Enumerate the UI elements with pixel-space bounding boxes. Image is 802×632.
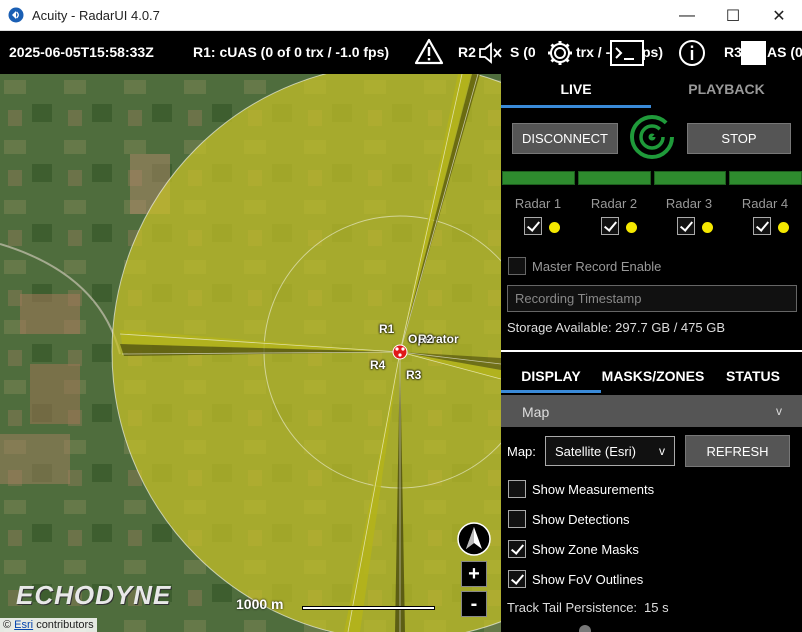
farm-field (30, 364, 80, 424)
select-chevron-icon: v (659, 444, 665, 458)
settings-gear-icon[interactable] (546, 39, 574, 67)
storage-available: Storage Available: 297.7 GB / 475 GB (507, 320, 726, 335)
attribution-suffix: contributors (36, 619, 94, 631)
radar-4-status-dot (778, 222, 789, 233)
radar-3-checkbox[interactable] (677, 217, 695, 235)
show-zone-masks-label: Show Zone Masks (532, 542, 639, 557)
radar-origin-dot (401, 347, 405, 351)
map-section-header[interactable]: Map v (501, 395, 802, 427)
map-attribution: © Esri contributors (0, 618, 97, 632)
radar-status-icon (630, 114, 675, 159)
trx-suffix: trx / - (576, 44, 611, 60)
show-fov-outlines-checkbox[interactable] (508, 570, 526, 588)
radar-origin-dot (395, 347, 399, 351)
fps-suffix: ps) (642, 44, 663, 60)
map-section-title: Map (522, 404, 550, 420)
maximize-button[interactable]: ☐ (710, 0, 756, 31)
mute-icon[interactable] (477, 40, 503, 66)
radar-label-r1: R1 (379, 322, 395, 336)
show-zone-masks-checkbox[interactable] (508, 540, 526, 558)
radar-1-status-dot (549, 222, 560, 233)
timestamp: 2025-06-05T15:58:33Z (9, 44, 154, 60)
radar-health-bars (502, 171, 802, 185)
radar-2-status-dot (626, 222, 637, 233)
radar-health-bar (729, 171, 802, 185)
zoom-in-button[interactable]: + (461, 561, 487, 587)
chevron-down-icon: v (776, 404, 782, 418)
show-detections-label: Show Detections (532, 512, 630, 527)
r3-suffix: AS (0 (767, 44, 802, 60)
tab-playback[interactable]: PLAYBACK (651, 74, 802, 108)
r2-prefix: R2 (458, 44, 476, 60)
track-tail-slider[interactable] (579, 625, 591, 632)
radar-4-label: Radar 4 (741, 196, 789, 211)
radar-label-r4: R4 (370, 358, 386, 372)
tab-masks-zones[interactable]: MASKS/ZONES (601, 361, 705, 393)
acuity-logo-icon (8, 7, 24, 23)
radar-3-label: Radar 3 (665, 196, 713, 211)
radar-2-checkbox[interactable] (601, 217, 619, 235)
warning-icon[interactable] (414, 37, 444, 67)
echodyne-logo: ECHODYNE (16, 580, 172, 610)
r3-prefix: R3 (724, 44, 742, 60)
map-type-value: Satellite (Esri) (555, 443, 636, 459)
disconnect-button[interactable]: DISCONNECT (512, 123, 618, 154)
esri-link[interactable]: Esri (14, 619, 33, 631)
show-measurements-checkbox[interactable] (508, 480, 526, 498)
zoom-out-button[interactable]: - (461, 591, 487, 617)
farm-field (0, 434, 70, 484)
refresh-button[interactable]: REFRESH (685, 435, 790, 467)
radar-origin-marker[interactable] (392, 344, 408, 360)
radar-4-checkbox[interactable] (753, 217, 771, 235)
attribution-copyright: © (3, 619, 12, 631)
radar-health-bar (577, 171, 651, 185)
tab-live[interactable]: LIVE (501, 74, 651, 108)
master-record-label: Master Record Enable (532, 259, 662, 274)
show-fov-outlines-label: Show FoV Outlines (532, 572, 644, 587)
radar-3-status-dot (702, 222, 713, 233)
panel-divider (501, 350, 802, 352)
track-tail-label: Track Tail Persistence: (507, 600, 638, 615)
radar-label-r3: R3 (406, 368, 422, 382)
radar-2-label: Radar 2 (590, 196, 638, 211)
minimize-button[interactable]: — (664, 0, 710, 31)
radar-1-checkbox[interactable] (524, 217, 542, 235)
operator-label: Operator (408, 332, 459, 346)
show-detections-checkbox[interactable] (508, 510, 526, 528)
map-type-label: Map: (507, 444, 536, 459)
info-icon[interactable] (678, 39, 706, 67)
compass-north-icon[interactable] (457, 522, 491, 556)
radar-label-r2: R2 (418, 332, 434, 346)
title-bar: Acuity - RadarUI 4.0.7 — ☐ ✕ (0, 0, 802, 31)
r1-status: R1: cUAS (0 of 0 trx / -1.0 fps) (193, 44, 390, 60)
radar-health-bar (653, 171, 727, 185)
farm-field (20, 294, 80, 334)
scale-label: 1000 m (236, 596, 284, 612)
show-measurements-label: Show Measurements (532, 482, 655, 497)
scale-bar (302, 606, 435, 610)
window-title: Acuity - RadarUI 4.0.7 (32, 7, 160, 23)
terminal-icon[interactable] (610, 40, 644, 66)
status-bar: 2025-06-05T15:58:33Z R1: cUAS (0 of 0 tr… (0, 31, 802, 74)
map-canvas (0, 74, 501, 632)
tab-status[interactable]: STATUS (711, 361, 795, 393)
record-square-icon[interactable] (741, 41, 766, 65)
track-tail-value: 15 s (644, 600, 669, 615)
close-button[interactable]: ✕ (756, 0, 802, 31)
radar-1-label: Radar 1 (514, 196, 562, 211)
map-type-select[interactable]: Satellite (Esri) v (545, 436, 675, 466)
tab-display[interactable]: DISPLAY (501, 361, 601, 393)
master-record-checkbox[interactable] (508, 257, 526, 275)
map-view[interactable]: R1 Operator R2 R3 R4 + - ECHODYNE 1000 m… (0, 74, 501, 632)
stop-button[interactable]: STOP (687, 123, 791, 154)
radar-health-bar (502, 171, 575, 185)
r2-suffix: S (0 (510, 44, 536, 60)
radar-origin-dot (398, 353, 402, 357)
mode-tabs: LIVE PLAYBACK (501, 74, 802, 108)
recording-timestamp-input[interactable]: Recording Timestamp (507, 285, 797, 312)
control-panel: LIVE PLAYBACK DISCONNECT STOP Radar 1 Ra… (501, 74, 802, 632)
